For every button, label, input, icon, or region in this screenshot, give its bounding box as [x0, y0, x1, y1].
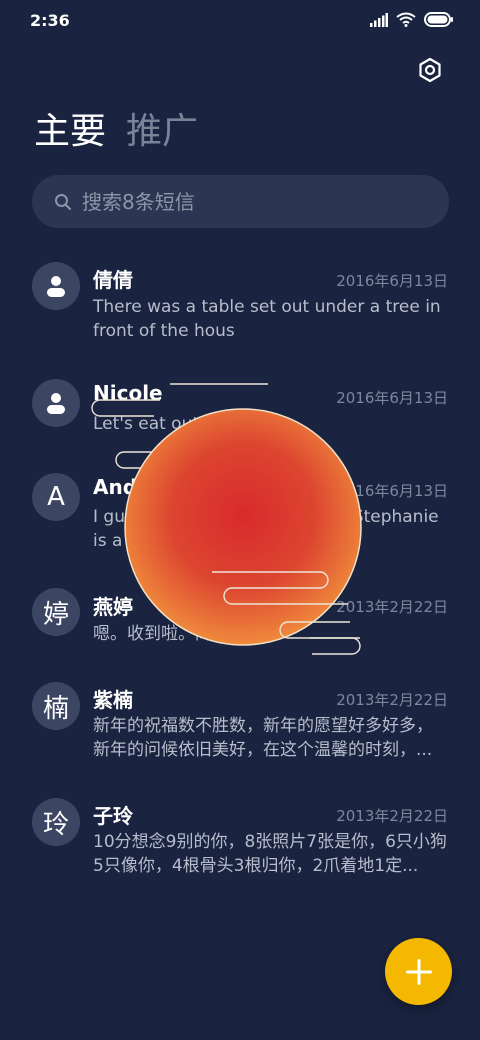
avatar	[32, 262, 80, 310]
status-icons	[370, 12, 454, 27]
tab-bar: 主要 推广	[34, 108, 198, 156]
message-preview: 新年的祝福数不胜数，新年的愿望好多好多，新年的问候依旧美好，在这个温馨的时刻，.…	[93, 716, 433, 760]
person-icon	[47, 276, 65, 297]
message-preview: Let's eat out,shall we?	[93, 414, 283, 434]
contact-name: 倩倩	[93, 268, 133, 292]
contact-name: 紫楠	[93, 688, 133, 712]
message-item-yanting[interactable]: 婷 燕婷 2013年2月22日 嗯。收到啦。同乐同乐。	[0, 586, 480, 666]
wifi-icon	[396, 12, 416, 27]
message-item-ziling[interactable]: 玲 子玲 2013年2月22日 10分想念9别的你，8张照片7张是你，6只小狗5…	[0, 795, 480, 905]
message-preview: 10分想念9别的你，8张照片7张是你，6只小狗5只像你，4根骨头3根归你，2爪着…	[93, 832, 447, 876]
message-item-qianqian[interactable]: 倩倩 2016年6月13日 There was a table set out …	[0, 258, 480, 368]
search-input[interactable]	[82, 189, 412, 214]
message-list-screen: 2:36 主要 推广 搜索8条短信 倩倩 2016年6月13日 There wa…	[0, 0, 480, 1040]
message-date: 2016年6月13日	[336, 272, 448, 290]
avatar: A	[32, 473, 80, 521]
contact-name: Andy	[93, 475, 151, 499]
message-item-zinan[interactable]: 楠 紫楠 2013年2月22日 新年的祝福数不胜数，新年的愿望好多好多，新年的问…	[0, 678, 480, 788]
avatar: 婷	[32, 588, 80, 636]
new-message-button[interactable]	[385, 938, 452, 1005]
status-bar: 2:36	[0, 0, 480, 40]
message-date: 2013年2月22日	[336, 807, 448, 825]
settings-button[interactable]	[416, 56, 444, 84]
message-date: 2013年2月22日	[336, 598, 448, 616]
search-icon	[55, 193, 71, 210]
contact-name: Nicole	[93, 381, 163, 405]
plus-icon	[405, 958, 432, 985]
message-preview: 嗯。收到啦。同乐同乐。	[93, 624, 280, 644]
tab-primary[interactable]: 主要	[34, 108, 106, 156]
signal-icon	[370, 12, 388, 27]
message-preview: I guess you're some lucky guy.Stephanie …	[93, 507, 439, 551]
gear-icon	[419, 57, 441, 83]
battery-icon	[424, 12, 453, 27]
message-date: 2013年2月22日	[336, 691, 448, 709]
message-item-andy[interactable]: A Andy 2016年6月13日 I guess you're some lu…	[0, 470, 480, 580]
message-item-nicole[interactable]: Nicole 2016年6月13日 Let's eat out,shall we…	[0, 375, 480, 465]
message-date: 2016年6月13日	[336, 389, 448, 407]
avatar: 楠	[32, 682, 80, 730]
person-icon	[47, 393, 65, 414]
tab-promotions[interactable]: 推广	[126, 108, 198, 156]
contact-name: 燕婷	[93, 595, 133, 619]
avatar	[32, 379, 80, 427]
message-preview: There was a table set out under a tree i…	[93, 297, 441, 341]
status-time: 2:36	[30, 11, 70, 30]
avatar: 玲	[32, 798, 80, 846]
search-bar[interactable]	[32, 175, 449, 228]
contact-name: 子玲	[93, 804, 133, 828]
message-date: 2016年6月13日	[336, 482, 448, 500]
